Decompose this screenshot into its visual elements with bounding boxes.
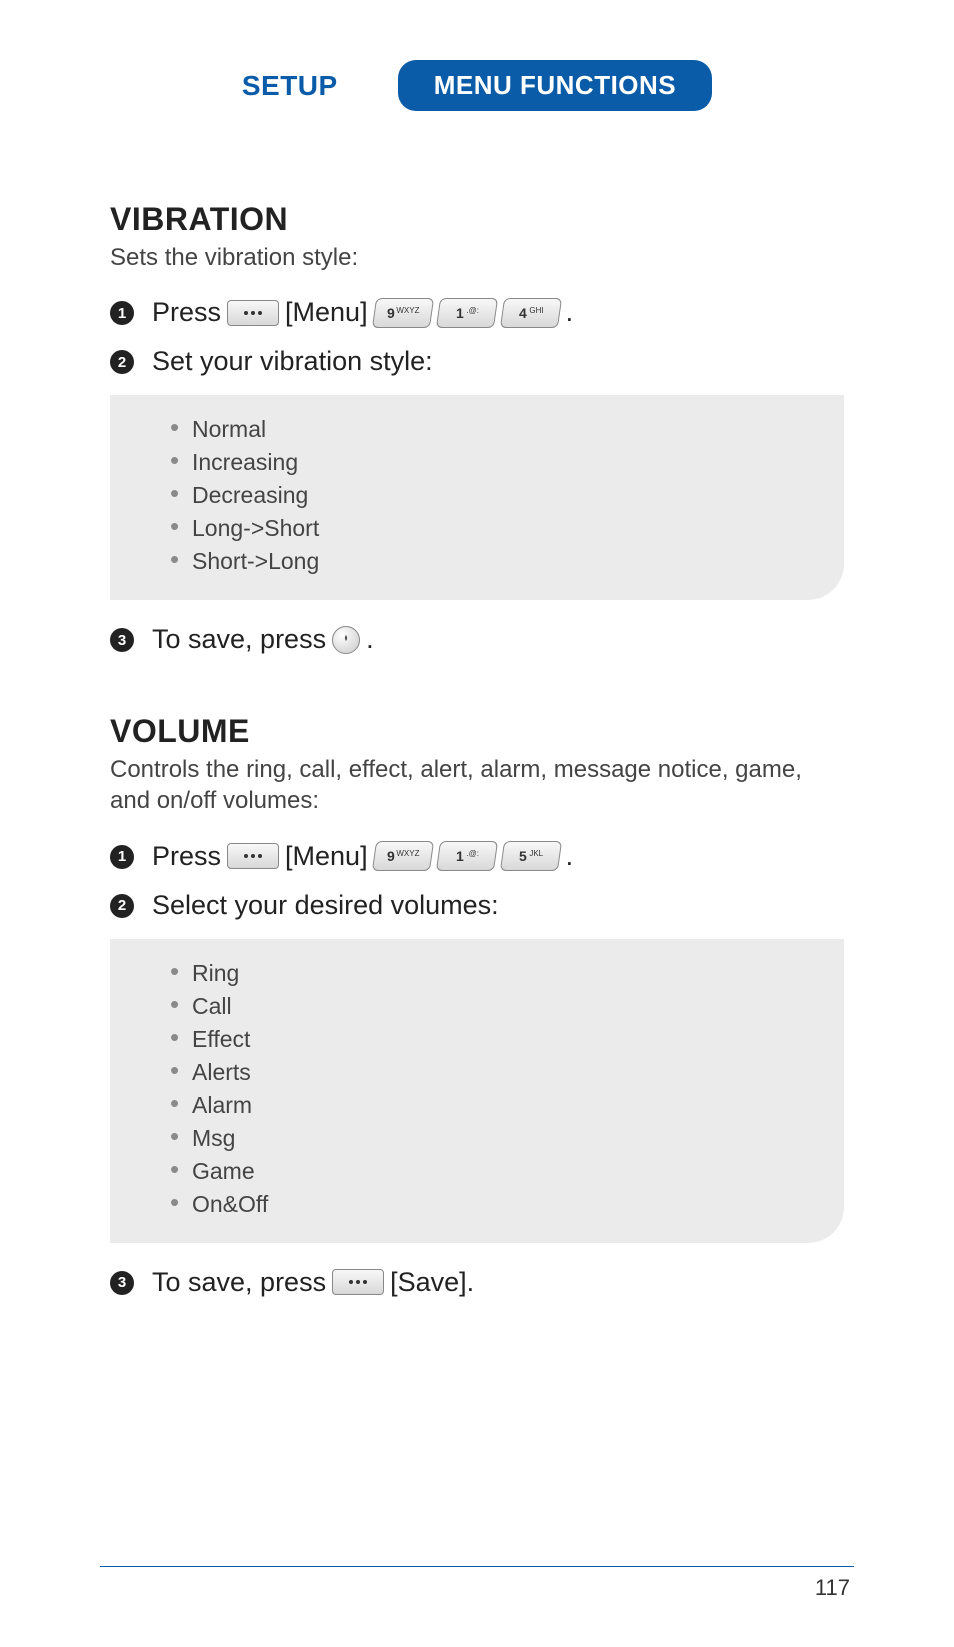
- softkey-icon: [227, 300, 279, 326]
- vibration-subtitle: Sets the vibration style:: [110, 242, 844, 273]
- step-text: To save, press: [152, 624, 326, 655]
- softkey-icon: [227, 843, 279, 869]
- list-item: Short->Long: [170, 545, 804, 578]
- step-text: Set your vibration style:: [152, 346, 433, 377]
- step-text: To save, press: [152, 1267, 326, 1298]
- period: .: [566, 297, 574, 328]
- setup-label: SETUP: [242, 70, 338, 102]
- list-item: Effect: [170, 1023, 804, 1056]
- step-text: Press: [152, 297, 221, 328]
- step-number-icon: 1: [110, 301, 134, 325]
- list-item: Call: [170, 990, 804, 1023]
- step-text: Select your desired volumes:: [152, 890, 499, 921]
- list-item: Alarm: [170, 1089, 804, 1122]
- save-label: [Save].: [390, 1267, 474, 1298]
- menu-label: [Menu]: [285, 841, 368, 872]
- footer-divider: [100, 1566, 854, 1567]
- vibration-step-1: 1 Press [Menu] 9WXYZ 1.@: 4GHI .: [110, 297, 844, 328]
- list-item: Game: [170, 1155, 804, 1188]
- menu-label: [Menu]: [285, 297, 368, 328]
- step-number-icon: 3: [110, 628, 134, 652]
- vibration-step-3: 3 To save, press .: [110, 624, 844, 655]
- period: .: [366, 624, 374, 655]
- vibration-options-box: Normal Increasing Decreasing Long->Short…: [110, 395, 844, 600]
- period: .: [566, 841, 574, 872]
- menu-functions-pill: MENU FUNCTIONS: [398, 60, 712, 111]
- list-item: Normal: [170, 413, 804, 446]
- step-number-icon: 2: [110, 894, 134, 918]
- page-header: SETUP MENU FUNCTIONS: [0, 0, 954, 131]
- list-item: Decreasing: [170, 479, 804, 512]
- softkey-icon: [332, 1269, 384, 1295]
- volume-step-1: 1 Press [Menu] 9WXYZ 1.@: 5JKL .: [110, 841, 844, 872]
- volume-subtitle: Controls the ring, call, effect, alert, …: [110, 754, 844, 816]
- ok-button-icon: [332, 626, 360, 654]
- step-text: Press: [152, 841, 221, 872]
- key-4-icon: 4GHI: [499, 298, 561, 328]
- list-item: Long->Short: [170, 512, 804, 545]
- key-9-icon: 9WXYZ: [371, 298, 433, 328]
- list-item: Alerts: [170, 1056, 804, 1089]
- volume-options-box: Ring Call Effect Alerts Alarm Msg Game O…: [110, 939, 844, 1243]
- page-number: 117: [815, 1575, 850, 1601]
- vibration-title: VIBRATION: [110, 201, 844, 238]
- page-content: VIBRATION Sets the vibration style: 1 Pr…: [0, 131, 954, 1298]
- volume-step-3: 3 To save, press [Save].: [110, 1267, 844, 1298]
- step-number-icon: 1: [110, 845, 134, 869]
- step-number-icon: 2: [110, 350, 134, 374]
- list-item: Msg: [170, 1122, 804, 1155]
- vibration-step-2: 2 Set your vibration style:: [110, 346, 844, 377]
- step-number-icon: 3: [110, 1271, 134, 1295]
- key-1-icon: 1.@:: [435, 298, 497, 328]
- list-item: Ring: [170, 957, 804, 990]
- key-9-icon: 9WXYZ: [371, 841, 433, 871]
- volume-step-2: 2 Select your desired volumes:: [110, 890, 844, 921]
- list-item: On&Off: [170, 1188, 804, 1221]
- list-item: Increasing: [170, 446, 804, 479]
- key-1-icon: 1.@:: [435, 841, 497, 871]
- volume-title: VOLUME: [110, 713, 844, 750]
- key-5-icon: 5JKL: [499, 841, 561, 871]
